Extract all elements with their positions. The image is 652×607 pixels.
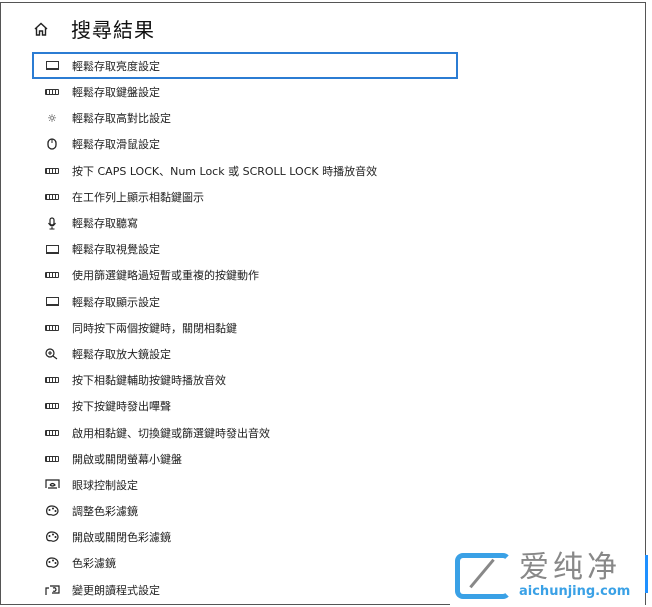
search-result-label: 按下按鍵時發出嗶聲: [72, 400, 171, 414]
search-result-item[interactable]: 輕鬆存取視覺設定: [32, 236, 458, 262]
search-result-label: 輕鬆存取顯示設定: [72, 295, 160, 309]
palette-icon: [44, 557, 60, 569]
search-result-label: 按下相黏鍵輔助按鍵時播放音效: [72, 374, 226, 388]
search-result-item[interactable]: ☼ 輕鬆存取高對比設定: [32, 105, 458, 131]
watermark-cn: 爱纯净: [519, 550, 621, 585]
search-result-item[interactable]: 眼球控制設定: [32, 472, 458, 498]
search-result-item[interactable]: 同時按下兩個按鍵時，關閉相黏鍵: [32, 315, 458, 341]
search-result-item[interactable]: 啟用相黏鍵、切換鍵或篩選鍵時發出音效: [32, 419, 458, 445]
keyboard-icon: [44, 453, 60, 465]
search-result-label: 輕鬆存取亮度設定: [72, 59, 160, 73]
search-result-label: 輕鬆存取放大鏡設定: [72, 347, 171, 361]
search-result-label: 啟用相黏鍵、切換鍵或篩選鍵時發出音效: [72, 426, 270, 440]
search-result-item[interactable]: 輕鬆存取鍵盤設定: [32, 79, 458, 105]
page-header: 搜尋結果: [33, 14, 155, 43]
search-result-item[interactable]: 色彩濾鏡: [32, 550, 458, 576]
search-result-label: 眼球控制設定: [72, 478, 138, 492]
search-result-label: 輕鬆存取鍵盤設定: [72, 86, 160, 100]
search-result-label: 按下 CAPS LOCK、Num Lock 或 SCROLL LOCK 時播放音…: [72, 164, 378, 178]
search-result-item[interactable]: 輕鬆存取聽寫: [32, 210, 458, 236]
monitor-icon: [44, 60, 60, 72]
contrast-icon: ☼: [47, 111, 57, 125]
monitor-icon: [44, 243, 60, 255]
scrollbar[interactable]: [645, 555, 648, 593]
palette-icon: [44, 505, 60, 517]
palette-icon: [44, 531, 60, 543]
keyboard-icon: [44, 165, 60, 177]
watermark-logo-icon: [455, 552, 511, 599]
search-result-item[interactable]: 按下按鍵時發出嗶聲: [32, 393, 458, 419]
divider: [0, 604, 450, 605]
keyboard-icon: [44, 427, 60, 439]
search-result-label: 在工作列上顯示相黏鍵圖示: [72, 190, 204, 204]
search-result-label: 使用篩選鍵略過短暫或重複的按鍵動作: [72, 269, 259, 283]
search-result-label: 輕鬆存取滑鼠設定: [72, 138, 160, 152]
search-result-item[interactable]: 開啟或關閉色彩濾鏡: [32, 524, 458, 550]
search-result-item[interactable]: 在工作列上顯示相黏鍵圖示: [32, 184, 458, 210]
search-result-item[interactable]: 輕鬆存取滑鼠設定: [32, 131, 458, 157]
search-result-label: 開啟或關閉色彩濾鏡: [72, 531, 171, 545]
search-result-label: 輕鬆存取視覺設定: [72, 243, 160, 257]
watermark-en: aichunjing.com: [519, 584, 631, 599]
search-result-label: 變更朗讀程式設定: [72, 583, 160, 597]
search-results-list: 輕鬆存取亮度設定 輕鬆存取鍵盤設定 ☼ 輕鬆存取高對比設定 輕鬆存取滑鼠設定按下 CAP…: [32, 52, 458, 603]
search-result-label: 輕鬆存取高對比設定: [72, 112, 171, 126]
watermark: 爱纯净 aichunjing.com: [455, 552, 630, 599]
search-result-item[interactable]: 輕鬆存取放大鏡設定: [32, 341, 458, 367]
home-icon[interactable]: [33, 21, 49, 37]
search-result-label: 調整色彩濾鏡: [72, 505, 138, 519]
search-result-label: 同時按下兩個按鍵時，關閉相黏鍵: [72, 321, 237, 335]
keyboard-icon: [44, 269, 60, 281]
microphone-icon: [44, 216, 60, 230]
eye-control-icon: [44, 479, 60, 491]
search-result-item[interactable]: 按下 CAPS LOCK、Num Lock 或 SCROLL LOCK 時播放音…: [32, 158, 458, 184]
keyboard-icon: [44, 400, 60, 412]
page-title: 搜尋結果: [71, 18, 155, 42]
keyboard-icon: [44, 322, 60, 334]
keyboard-icon: [44, 191, 60, 203]
search-result-item[interactable]: 開啟或關閉螢幕小鍵盤: [32, 446, 458, 472]
monitor-icon: [44, 296, 60, 308]
narrator-icon: [44, 584, 60, 596]
keyboard-icon: [44, 86, 60, 98]
search-result-item[interactable]: 輕鬆存取顯示設定: [32, 289, 458, 315]
search-result-label: 輕鬆存取聽寫: [72, 217, 138, 231]
search-result-item[interactable]: 變更朗讀程式設定: [32, 577, 458, 603]
search-result-label: 開啟或關閉螢幕小鍵盤: [72, 452, 182, 466]
search-result-item[interactable]: 輕鬆存取亮度設定: [32, 52, 458, 79]
magnifier-icon: [44, 348, 60, 360]
search-result-item[interactable]: 使用篩選鍵略過短暫或重複的按鍵動作: [32, 262, 458, 288]
keyboard-icon: [44, 374, 60, 386]
mouse-icon: [44, 138, 60, 151]
search-result-label: 色彩濾鏡: [72, 557, 116, 571]
search-result-item[interactable]: 調整色彩濾鏡: [32, 498, 458, 524]
search-result-item[interactable]: 按下相黏鍵輔助按鍵時播放音效: [32, 367, 458, 393]
